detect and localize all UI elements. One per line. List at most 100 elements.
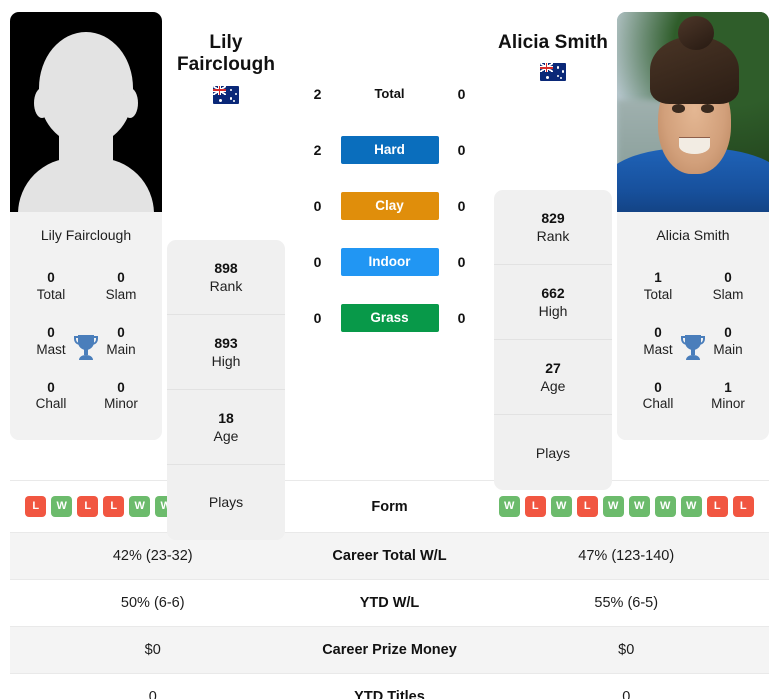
h2h-left-value: 0 bbox=[313, 310, 322, 326]
h2h-row-total: 2 Total 0 bbox=[290, 66, 489, 122]
h2h-right-value: 0 bbox=[457, 310, 466, 326]
title-stat-total-left: 0 Total bbox=[22, 270, 80, 304]
avatar-ear-left-shape bbox=[34, 88, 50, 118]
table-row-career-prize-money: $0 Career Prize Money $0 bbox=[10, 626, 769, 674]
title-stat-label: Chall bbox=[35, 396, 67, 412]
ytd-wl-left: 50% (6-6) bbox=[120, 595, 185, 611]
trophy-icon bbox=[678, 332, 708, 364]
form-badge-win[interactable]: W bbox=[129, 496, 151, 517]
h2h-surface-label: Hard bbox=[340, 136, 439, 164]
stat-age-left: 18 Age bbox=[167, 390, 285, 465]
form-badge-win[interactable]: W bbox=[602, 496, 624, 517]
title-stat-minor-right: 1 Minor bbox=[699, 380, 757, 414]
trophy-icon bbox=[71, 332, 101, 364]
row-label-career-prize-money: Career Prize Money bbox=[322, 642, 457, 658]
surface-badge-clay[interactable]: Clay bbox=[340, 192, 439, 220]
stat-label: Age bbox=[540, 378, 566, 395]
surface-badge-indoor[interactable]: Indoor bbox=[340, 248, 439, 276]
avatar-body-shape bbox=[18, 158, 154, 212]
h2h-right-value: 0 bbox=[457, 198, 466, 214]
h2h-right-value: 0 bbox=[457, 254, 466, 270]
titles-grid-left: 0 Total 0 Slam 0 Mast 0 Main 0 Chall 0 M… bbox=[10, 256, 162, 441]
titles-grid-right: 1 Total 0 Slam 0 Mast 0 Main 0 Chall 1 M… bbox=[617, 256, 769, 441]
avatar-ear-right-shape bbox=[122, 88, 138, 118]
surface-badge-grass[interactable]: Grass bbox=[340, 304, 439, 332]
form-badge-loss[interactable]: L bbox=[706, 496, 728, 517]
table-row-career-total-wl: 42% (23-32) Career Total W/L 47% (123-14… bbox=[10, 532, 769, 580]
player-photo-caption-left: Lily Fairclough bbox=[10, 212, 162, 256]
form-badge-loss[interactable]: L bbox=[524, 496, 546, 517]
title-stat-label: Total bbox=[36, 286, 66, 302]
career-prize-money-right: $0 bbox=[618, 642, 635, 658]
h2h-surface-label: Total bbox=[341, 85, 439, 103]
h2h-surface-label: Indoor bbox=[340, 248, 439, 276]
comparison-header-area: Lily Fairclough 0 Total 0 Slam 0 Mast 0 … bbox=[0, 0, 779, 540]
title-stat-value: 0 bbox=[117, 270, 125, 285]
h2h-left-value: 0 bbox=[313, 198, 322, 214]
player-info-left: Lily Fairclough 898 Rank 893 High 18 Age… bbox=[162, 12, 290, 540]
stat-value: 662 bbox=[541, 285, 565, 302]
title-stat-value: 1 bbox=[724, 379, 732, 395]
form-badge-win[interactable]: W bbox=[654, 496, 676, 517]
player-info-right: Alicia Smith 829 Rank 662 High 27 Age Pl… bbox=[489, 12, 617, 491]
h2h-row-indoor: 0 Indoor 0 bbox=[290, 234, 489, 290]
career-total-wl-right: 47% (123-140) bbox=[578, 548, 675, 564]
form-badge-win[interactable]: W bbox=[51, 496, 73, 517]
title-stat-value: 0 bbox=[654, 379, 662, 395]
stat-label: Plays bbox=[535, 444, 571, 461]
player-title-right[interactable]: Alicia Smith bbox=[489, 12, 617, 82]
h2h-row-clay: 0 Clay 0 bbox=[290, 178, 489, 234]
h2h-row-hard: 2 Hard 0 bbox=[290, 122, 489, 178]
stat-label: Rank bbox=[209, 277, 243, 294]
player-photo-left bbox=[10, 12, 162, 212]
ytd-titles-left: 0 bbox=[148, 689, 157, 699]
title-stat-total-right: 1 Total bbox=[629, 270, 687, 304]
form-badge-loss[interactable]: L bbox=[576, 496, 598, 517]
stat-value: 27 bbox=[545, 360, 561, 377]
h2h-row-grass: 0 Grass 0 bbox=[290, 290, 489, 346]
photo-eye-right bbox=[700, 104, 715, 113]
stat-high-left: 893 High bbox=[167, 315, 285, 390]
h2h-right-value: 0 bbox=[457, 86, 466, 102]
form-badge-win[interactable]: W bbox=[550, 496, 572, 517]
stat-label: Age bbox=[213, 427, 239, 444]
player-title-left[interactable]: Lily Fairclough bbox=[162, 12, 290, 104]
h2h-surface-label: Grass bbox=[340, 304, 439, 332]
title-stat-chall-left: 0 Chall bbox=[22, 380, 80, 414]
titles-row: 1 Total 0 Slam bbox=[623, 260, 763, 315]
stat-label: High bbox=[538, 303, 568, 320]
career-prize-money-left: $0 bbox=[144, 642, 161, 658]
title-stat-label: Minor bbox=[711, 396, 745, 412]
player-stats-card-right: 829 Rank 662 High 27 Age Plays bbox=[494, 190, 612, 491]
player-card-right[interactable]: Alicia Smith 1 Total 0 Slam 0 Mast 0 Mai… bbox=[617, 12, 769, 441]
title-stat-minor-left: 0 Minor bbox=[92, 380, 150, 414]
h2h-surface-label: Clay bbox=[340, 192, 439, 220]
row-label-form: Form bbox=[371, 498, 408, 515]
title-stat-chall-right: 0 Chall bbox=[629, 380, 687, 414]
title-stat-value: 1 bbox=[654, 270, 662, 285]
h2h-label-text: Total bbox=[374, 86, 405, 101]
player-comparison-page: Lily Fairclough 0 Total 0 Slam 0 Mast 0 … bbox=[0, 0, 779, 699]
form-badge-loss[interactable]: L bbox=[77, 496, 99, 517]
title-stat-slam-left: 0 Slam bbox=[92, 270, 150, 304]
form-badge-loss[interactable]: L bbox=[103, 496, 125, 517]
form-badge-loss[interactable]: L bbox=[732, 496, 754, 517]
title-stat-label: Slam bbox=[105, 286, 137, 302]
photo-hair-bun bbox=[677, 16, 715, 50]
h2h-right-value: 0 bbox=[457, 142, 466, 158]
form-badge-loss[interactable]: L bbox=[25, 496, 47, 517]
surface-badge-hard[interactable]: Hard bbox=[340, 136, 439, 164]
form-badge-win[interactable]: W bbox=[680, 496, 702, 517]
stat-plays-right: Plays bbox=[494, 415, 612, 490]
titles-row: 0 Total 0 Slam bbox=[16, 260, 156, 315]
form-badge-win[interactable]: W bbox=[628, 496, 650, 517]
title-stat-value: 0 bbox=[47, 379, 55, 395]
form-badge-win[interactable]: W bbox=[498, 496, 520, 517]
stat-value: 18 bbox=[218, 409, 234, 426]
stat-value: 898 bbox=[214, 259, 238, 276]
ytd-wl-right: 55% (6-5) bbox=[594, 595, 659, 611]
title-stat-label: Minor bbox=[104, 396, 138, 412]
stat-plays-left: Plays bbox=[167, 465, 285, 540]
player-card-left[interactable]: Lily Fairclough 0 Total 0 Slam 0 Mast 0 … bbox=[10, 12, 162, 441]
stat-label: Plays bbox=[208, 494, 244, 511]
